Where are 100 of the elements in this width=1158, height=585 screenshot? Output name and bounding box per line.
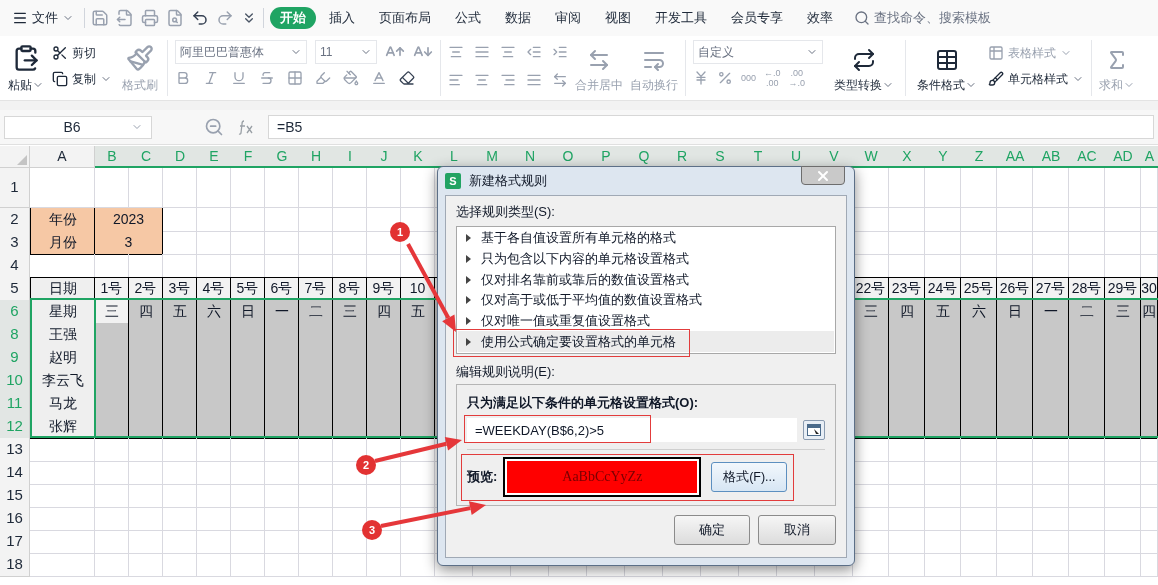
ribbon-tab[interactable]: 效率 [796,7,844,29]
justify-icon[interactable] [526,72,542,88]
ribbon-tab[interactable]: 会员专享 [720,7,794,29]
ribbon-tab[interactable]: 开发工具 [644,7,718,29]
align-top-icon[interactable] [448,44,464,60]
convert-button[interactable]: 类型转换 [830,40,898,94]
column-header[interactable]: Q [625,146,663,168]
ribbon-tab[interactable]: 页面布局 [368,7,442,29]
underline-icon[interactable] [231,70,247,86]
close-button[interactable] [801,166,845,185]
column-header[interactable]: C [129,146,163,168]
column-header[interactable]: U [777,146,815,168]
row-number[interactable]: 17 [0,530,30,554]
row-number[interactable]: 8 [0,323,30,347]
indent-increase-icon[interactable] [552,44,568,60]
distribute-icon[interactable] [552,72,568,88]
select-all-corner[interactable] [0,146,30,168]
borders-icon[interactable] [287,70,303,86]
row-number[interactable]: 4 [0,254,30,278]
align-left-icon[interactable] [448,72,464,88]
row-number[interactable]: 15 [0,484,30,508]
font-color-icon[interactable] [371,70,387,86]
ribbon-tab[interactable]: 审阅 [544,7,592,29]
column-header[interactable]: T [739,146,777,168]
ribbon-tab[interactable]: 数据 [494,7,542,29]
file-menu[interactable]: 文件 [8,8,78,28]
column-header[interactable]: R [663,146,701,168]
column-header[interactable]: A [1141,146,1158,168]
column-header[interactable]: Z [961,146,997,168]
strikethrough-icon[interactable] [259,70,275,86]
fill-color-icon[interactable] [343,70,359,86]
formula-field[interactable]: =WEEKDAY(B$6,2)>5 [467,418,797,442]
column-header[interactable]: A [30,146,95,168]
export-icon[interactable] [116,9,134,27]
ribbon-tab[interactable]: 开始 [270,7,316,29]
ribbon-tab[interactable]: 插入 [318,7,366,29]
row-number[interactable]: 2 [0,208,30,232]
column-header[interactable]: Y [925,146,961,168]
range-picker-button[interactable] [803,420,825,440]
column-header[interactable]: B [95,146,129,168]
row-number[interactable]: 11 [0,392,30,416]
align-center-icon[interactable] [474,72,490,88]
align-middle-icon[interactable] [474,44,490,60]
name-box[interactable]: B6 [4,115,152,139]
decimal-button[interactable]: 000 [741,73,757,83]
cancel-button[interactable]: 取消 [758,515,836,545]
column-header[interactable]: L [435,146,473,168]
row-number[interactable]: 3 [0,231,30,255]
column-header[interactable]: V [815,146,853,168]
row-number[interactable]: 1 [0,168,30,208]
align-right-icon[interactable] [500,72,516,88]
column-header[interactable]: H [299,146,333,168]
column-header[interactable]: J [367,146,401,168]
column-header[interactable]: W [853,146,889,168]
copy-button[interactable]: 复制 [52,70,112,88]
ok-button[interactable]: 确定 [674,515,750,545]
formula-bar[interactable]: =B5 [268,115,1154,139]
currency-icon[interactable] [693,70,709,86]
column-header[interactable]: M [473,146,511,168]
row-number[interactable]: 10 [0,369,30,393]
bold-icon[interactable] [175,70,191,86]
row-number[interactable]: 9 [0,346,30,370]
conditional-format-button[interactable]: 条件格式 [913,40,981,94]
search-field[interactable]: 查找命令、搜索模板 [854,8,991,28]
row-number[interactable]: 16 [0,507,30,531]
print-icon[interactable] [141,9,159,27]
row-number[interactable]: 14 [0,461,30,485]
row-number[interactable]: 18 [0,553,30,577]
column-header[interactable]: E [197,146,231,168]
format-button[interactable]: 格式(F)... [711,462,788,492]
align-bottom-icon[interactable] [500,44,516,60]
column-header[interactable]: AB [1033,146,1069,168]
column-header[interactable]: K [401,146,435,168]
column-header[interactable]: N [511,146,549,168]
font-name-field[interactable]: 阿里巴巴普惠体 [175,40,307,64]
cut-button[interactable]: 剪切 [52,44,112,62]
rule-type-item[interactable]: 使用公式确定要设置格式的单元格 [458,331,834,353]
column-header[interactable]: AC [1069,146,1105,168]
italic-icon[interactable] [203,70,219,86]
number-format-field[interactable]: 自定义 [693,40,823,64]
font-size-field[interactable]: 11 [315,40,377,64]
column-header[interactable]: S [701,146,739,168]
column-header[interactable]: AA [997,146,1033,168]
column-header[interactable]: AD [1105,146,1141,168]
undo-icon[interactable] [191,9,209,27]
row-number[interactable]: 5 [0,277,30,301]
column-header[interactable]: P [587,146,625,168]
ribbon-tab[interactable]: 视图 [594,7,642,29]
cell-style-button[interactable]: 单元格样式 [988,70,1084,88]
save-icon[interactable] [91,9,109,27]
redo-icon[interactable] [216,9,234,27]
highlighter-icon[interactable] [315,70,331,86]
preview-icon[interactable] [166,9,184,27]
zoom-icon[interactable] [204,117,224,137]
column-header[interactable]: I [333,146,367,168]
row-number[interactable]: 13 [0,438,30,462]
paste-button[interactable]: 粘贴 [8,40,44,94]
percent-icon[interactable] [717,70,733,86]
column-header[interactable]: F [231,146,265,168]
eraser-icon[interactable] [399,70,415,86]
